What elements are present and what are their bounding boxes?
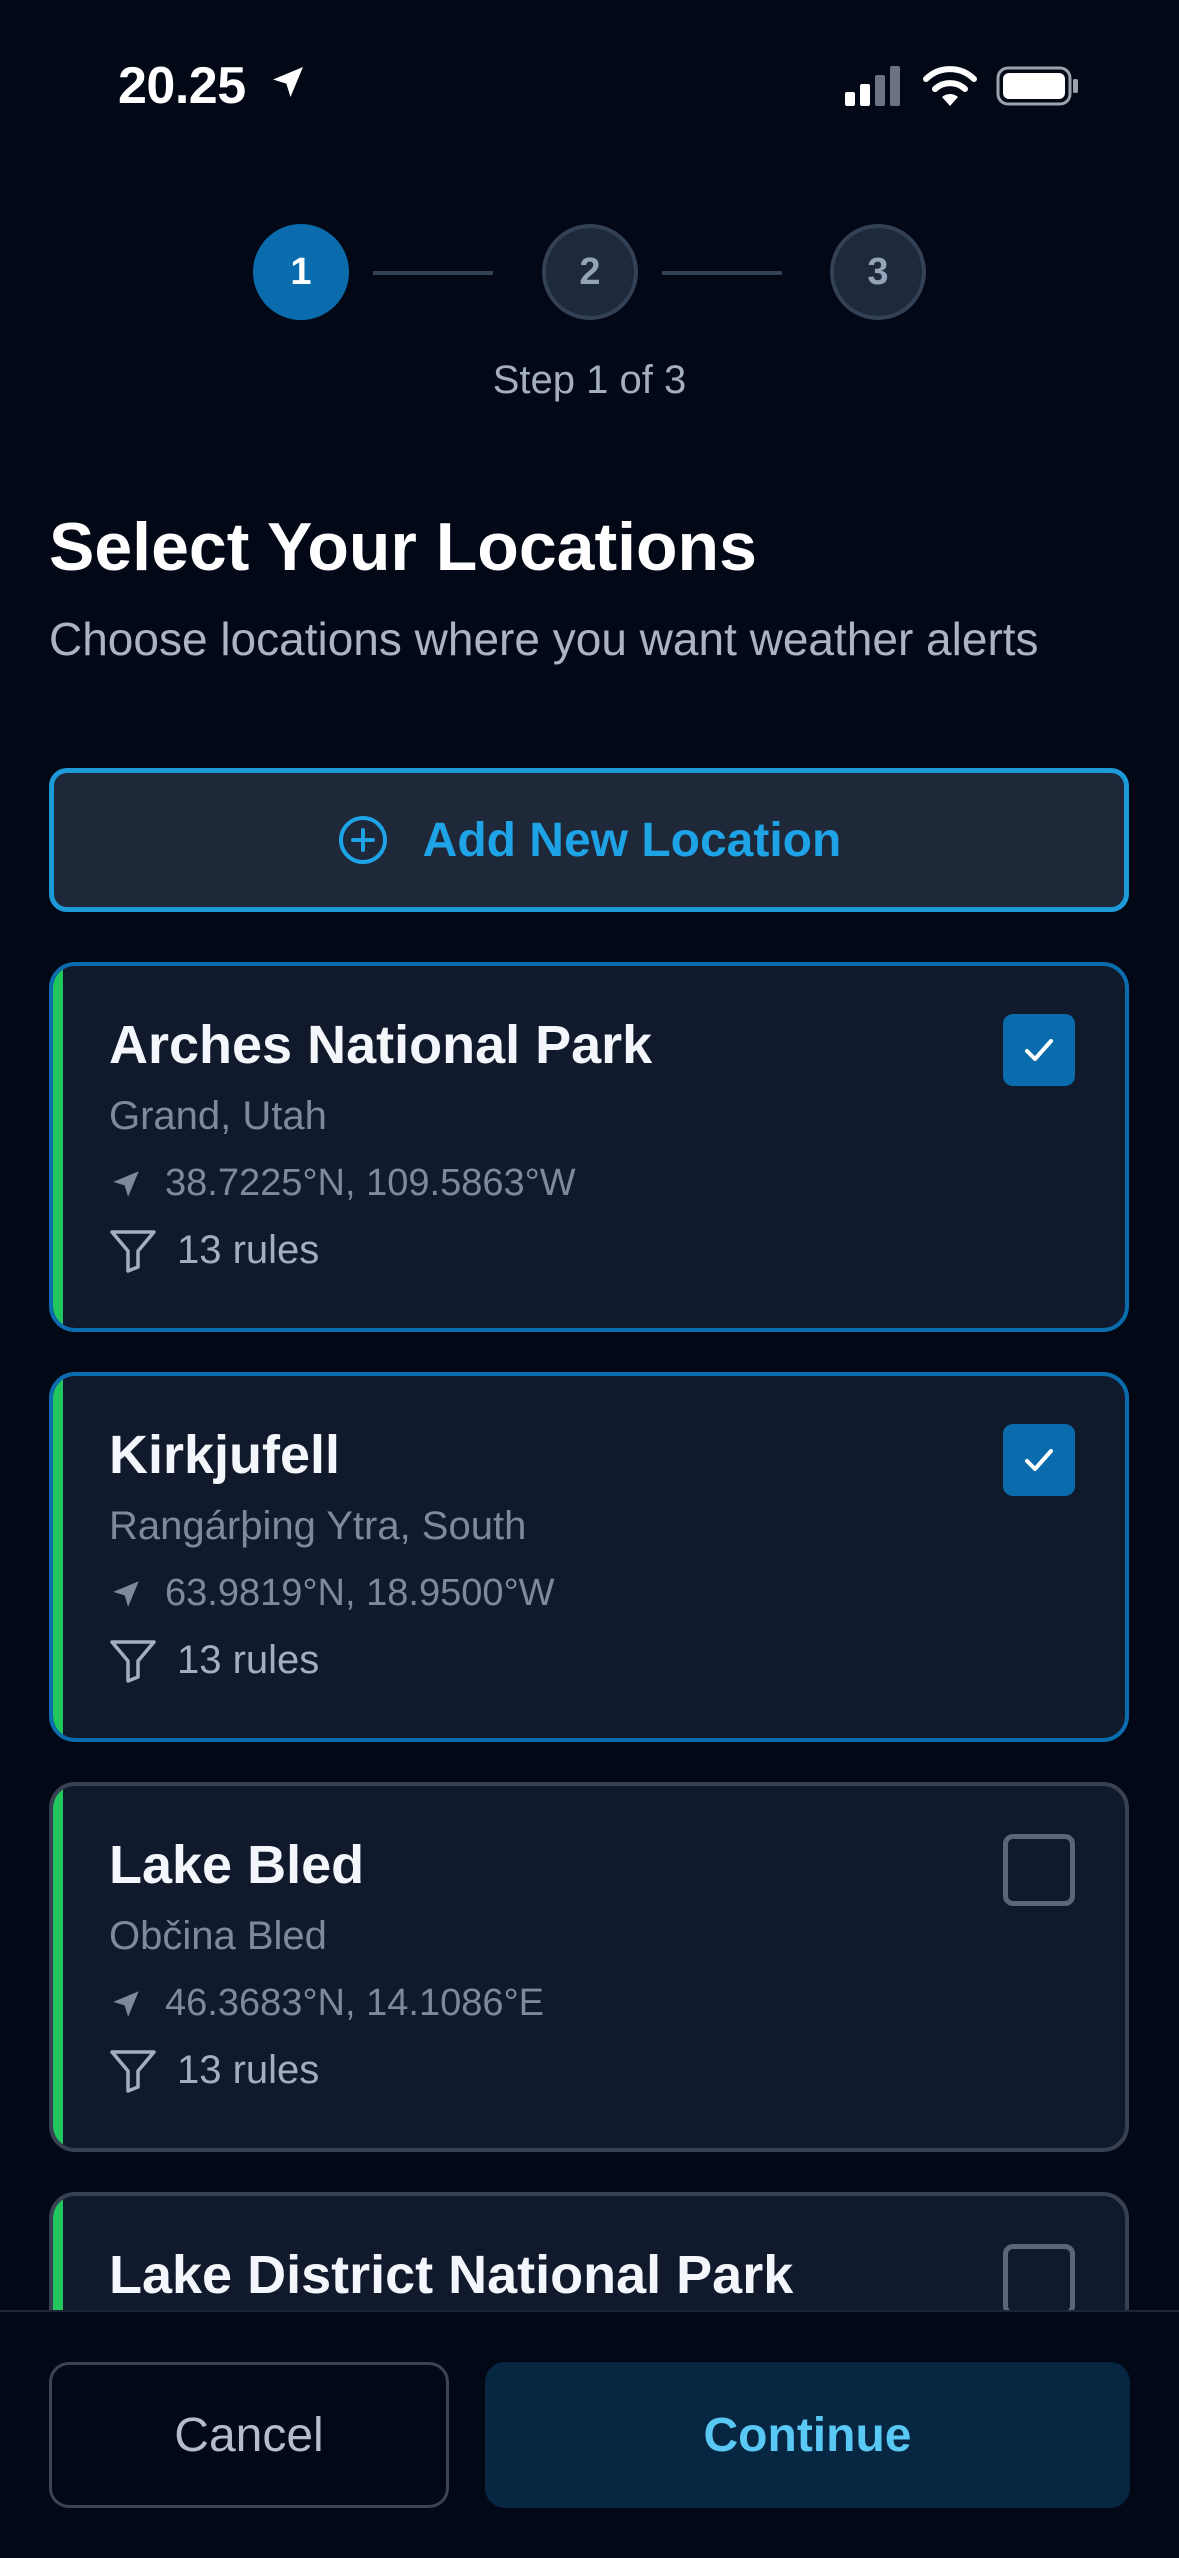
location-rules: 13 rules (109, 2048, 319, 2093)
card-accent-bar (53, 2196, 63, 2310)
location-region: Grand, Utah (109, 1094, 327, 1138)
location-card[interactable]: Lake District National Park (49, 2192, 1129, 2310)
location-arrow-icon (113, 1580, 139, 1607)
location-checkbox[interactable] (1003, 1014, 1075, 1086)
location-rules: 13 rules (109, 1228, 319, 1273)
filter-icon (110, 1639, 156, 1683)
location-coordinates: 63.9819°N, 18.9500°W (109, 1572, 555, 1615)
location-checkbox[interactable] (1003, 2244, 1075, 2310)
location-name: Lake District National Park (109, 2245, 794, 2305)
location-region: Rangárþing Ytra, South (109, 1504, 527, 1548)
cancel-button[interactable]: Cancel (49, 2362, 449, 2508)
location-region: Občina Bled (109, 1914, 327, 1958)
location-list[interactable]: Arches National Park Grand, Utah 38.7225… (0, 0, 1179, 2310)
coordinates-text: 38.7225°N, 109.5863°W (165, 1162, 576, 1204)
location-card[interactable]: Lake Bled Občina Bled 46.3683°N, 14.1086… (49, 1782, 1129, 2152)
location-coordinates: 46.3683°N, 14.1086°E (109, 1982, 544, 2025)
location-rules: 13 rules (109, 1638, 319, 1683)
coordinates-text: 46.3683°N, 14.1086°E (165, 1982, 545, 2024)
location-arrow-icon (113, 1990, 139, 2017)
coordinates-text: 63.9819°N, 18.9500°W (165, 1572, 555, 1614)
footer-bar: Cancel Continue (0, 2310, 1179, 2558)
location-name: Kirkjufell (109, 1425, 341, 1485)
card-accent-bar (53, 1376, 63, 1738)
card-accent-bar (53, 966, 63, 1328)
rules-count: 13 rules (177, 2048, 320, 2092)
location-card[interactable]: Arches National Park Grand, Utah 38.7225… (49, 962, 1129, 1332)
location-name: Arches National Park (109, 1015, 653, 1075)
location-name: Lake Bled (109, 1835, 365, 1895)
checkmark-icon (1025, 1039, 1053, 1061)
rules-count: 13 rules (177, 1638, 320, 1682)
continue-button[interactable]: Continue (485, 2362, 1130, 2508)
filter-icon (110, 2049, 156, 2093)
location-card[interactable]: Kirkjufell Rangárþing Ytra, South 63.981… (49, 1372, 1129, 1742)
rules-count: 13 rules (177, 1228, 320, 1272)
location-arrow-icon (113, 1170, 139, 1197)
location-coordinates: 38.7225°N, 109.5863°W (109, 1162, 576, 1205)
location-checkbox[interactable] (1003, 1834, 1075, 1906)
filter-icon (110, 1229, 156, 1273)
checkmark-icon (1025, 1449, 1053, 1471)
card-accent-bar (53, 1786, 63, 2148)
location-checkbox[interactable] (1003, 1424, 1075, 1496)
